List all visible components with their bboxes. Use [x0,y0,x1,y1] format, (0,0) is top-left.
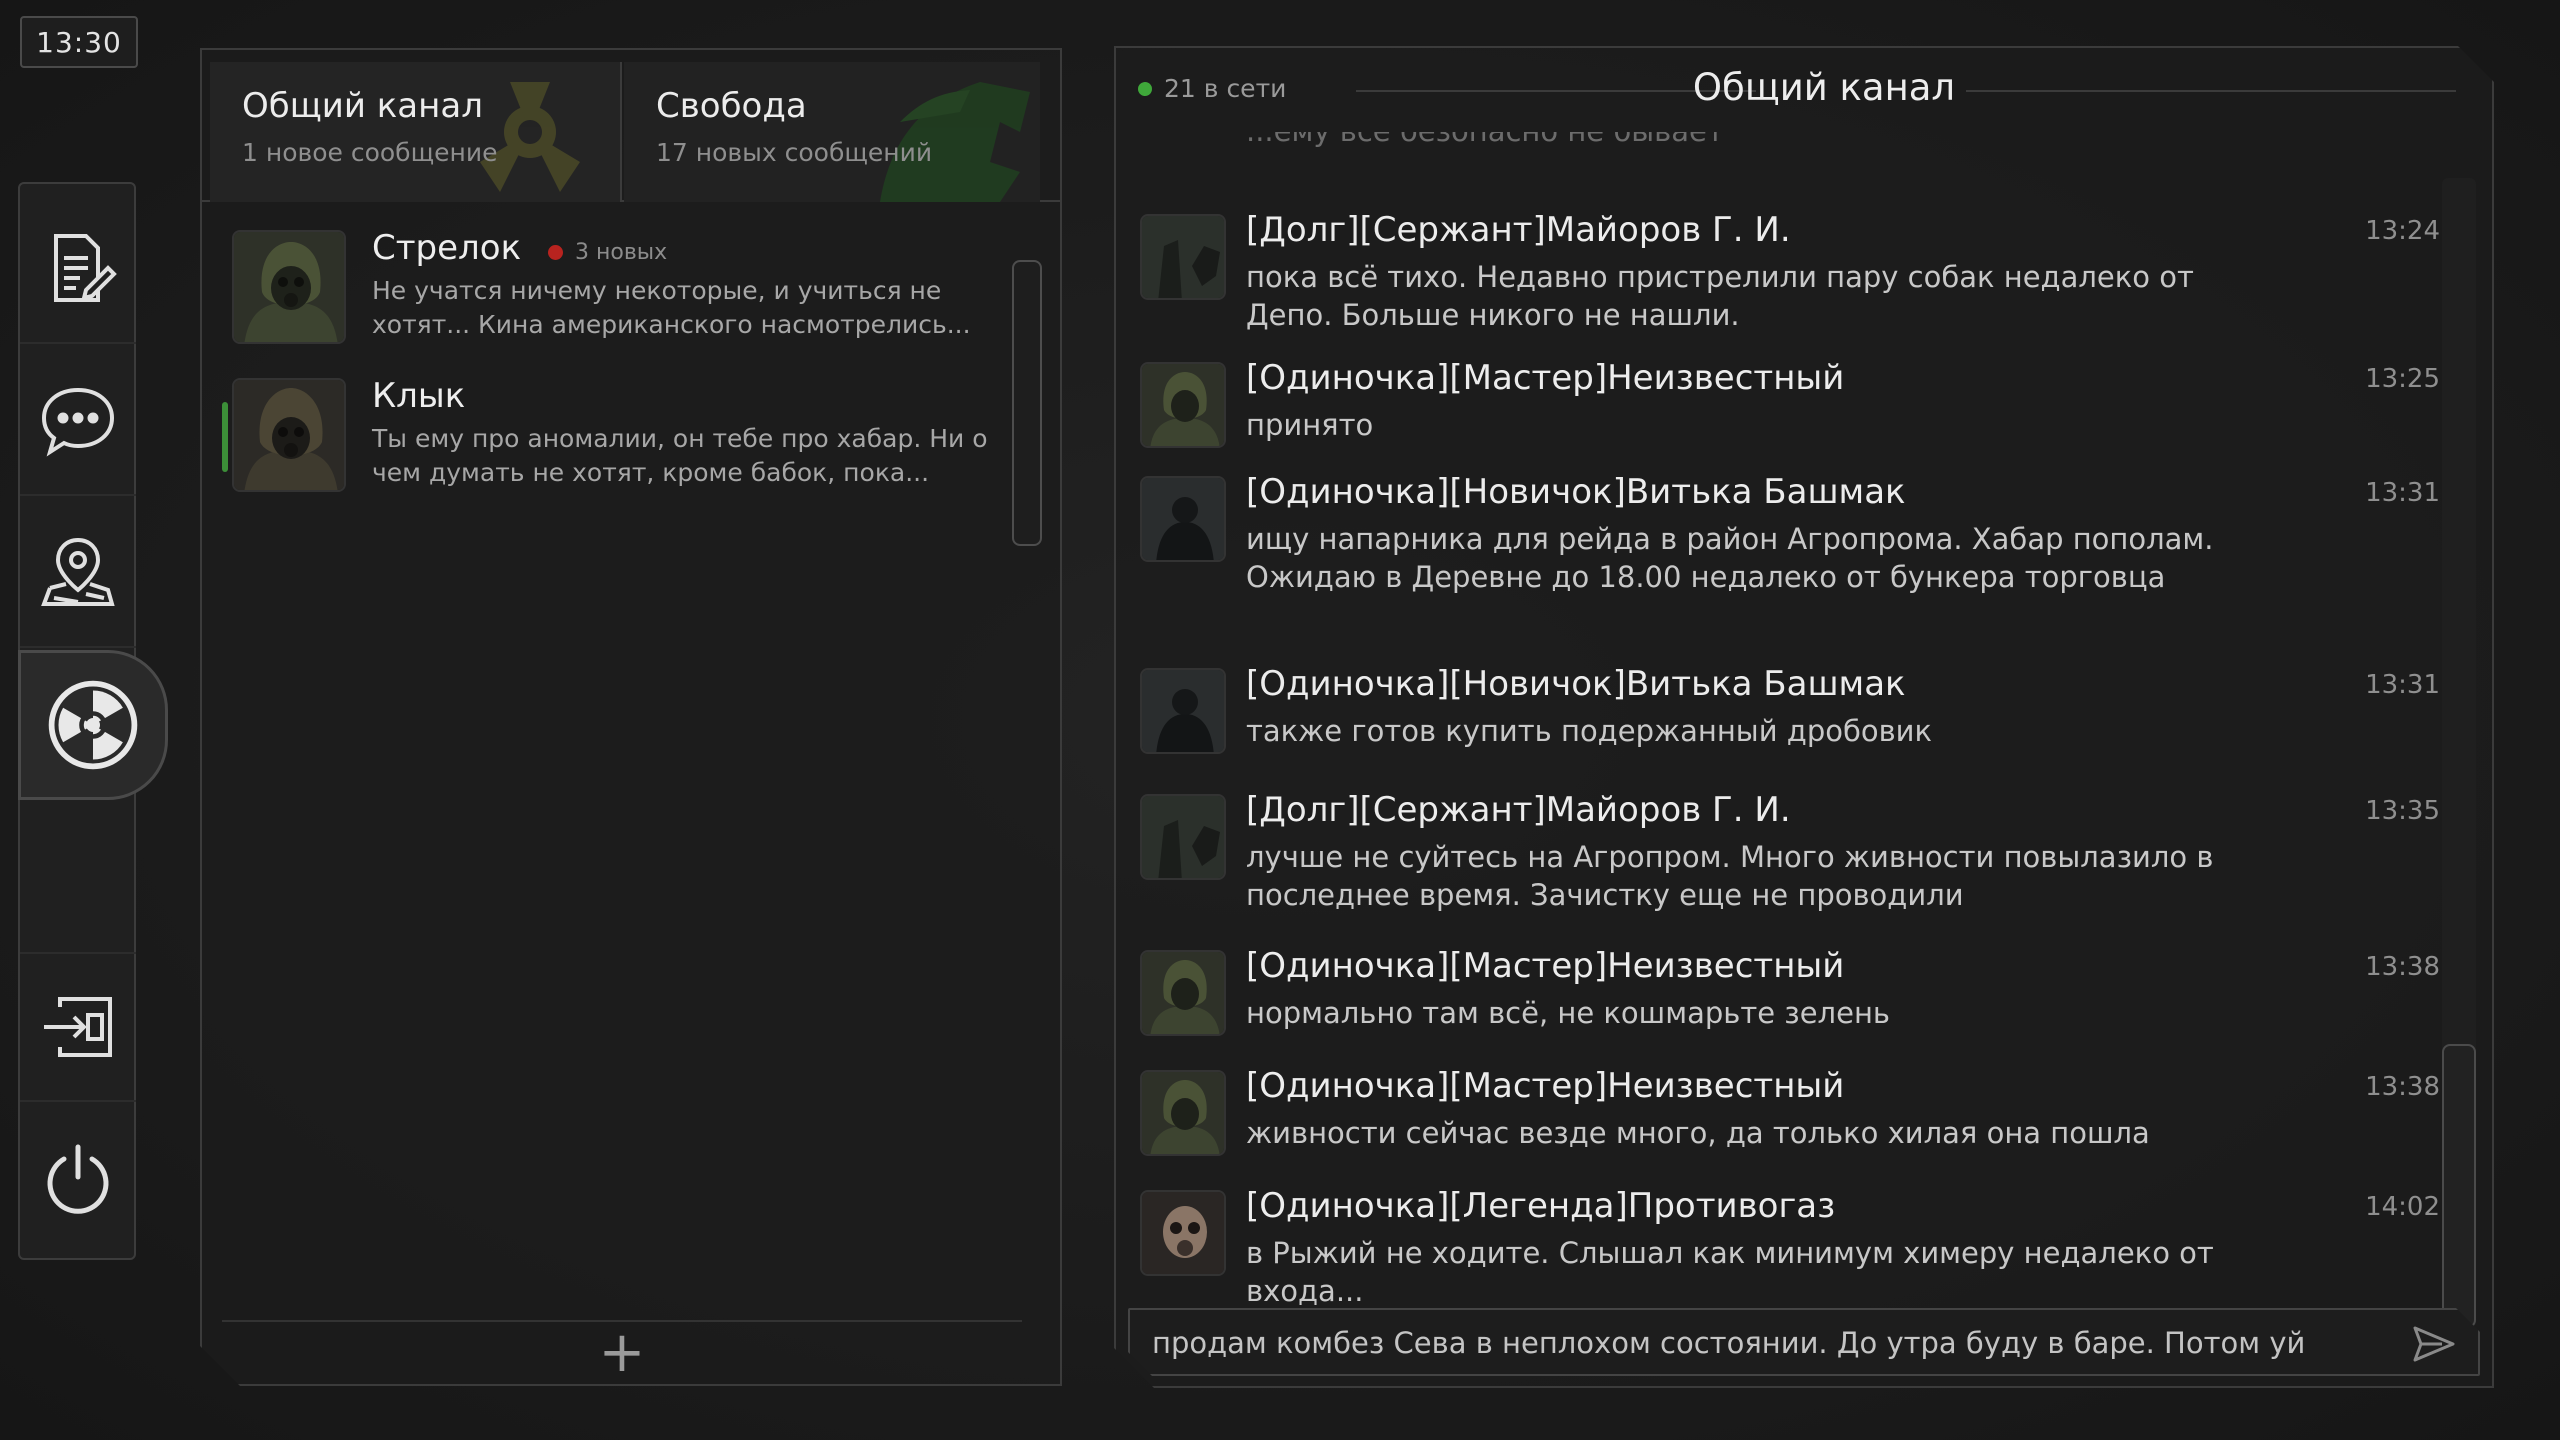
chat-list-panel: Общий канал 1 новое сообщение Свобода 17… [200,48,1062,1386]
avatar [1140,362,1226,448]
avatar [1140,668,1226,754]
add-chat-bar: + [222,1320,1022,1384]
stalker-gasmask-avatar-icon [234,380,346,492]
freedom-emblem-icon [820,62,1040,202]
message-author: [Долг][Сержант]Майоров Г. И. [1246,210,1791,250]
tab-unread-count: 1 новое сообщение [242,138,498,167]
exit-login-icon [44,997,112,1057]
avatar [1140,794,1226,880]
duty-soldier-avatar-icon [1142,216,1226,300]
avatar [1140,1070,1226,1156]
avatar [232,230,346,344]
hooded-figure-avatar-icon [1142,478,1226,562]
stalker-gasmask-avatar-icon [1142,364,1226,448]
chat-contact-name: Стрелок [372,228,522,268]
message-input-bar [1128,1308,2480,1376]
sidebar [18,182,168,1260]
message-text: живности сейчас везде много, да только х… [1246,1116,2150,1150]
message-list-scrollbar[interactable] [2442,178,2476,1328]
tab-name: Свобода [656,86,807,126]
unread-dot [548,245,563,260]
avatar [1140,214,1226,300]
chat-item-klyk[interactable]: Клык Ты ему про аномалии, он тебе про ха… [222,366,1022,506]
message-author: [Одиночка][Мастер]Неизвестный [1246,358,1845,398]
message-time: 13:35 [2365,796,2440,826]
tab-unread-count: 17 новых сообщений [656,138,933,167]
notes-edit-icon [54,234,117,302]
message-text: лучше не суйтесь на Агропром. Много живн… [1246,840,2214,912]
message-author: [Одиночка][Новичок]Витька Башмак [1246,664,1906,704]
message-text: пока всё тихо. Недавно пристрелили пару … [1246,260,2194,332]
message-author: [Одиночка][Новичок]Витька Башмак [1246,472,1906,512]
message-time: 13:24 [2365,216,2440,246]
unread-badge-text: 3 новых [575,240,668,265]
message-author: [Долг][Сержант]Майоров Г. И. [1246,790,1791,830]
power-icon [47,1144,109,1214]
message-input[interactable] [1152,1320,2372,1366]
message-time: 14:02 [2365,1192,2440,1222]
send-icon[interactable] [2412,1324,2456,1364]
conversation-panel: 21 в сети Общий канал ...ему все безопас… [1114,46,2494,1388]
message-text: в Рыжий не ходите. Слышал как минимум хи… [1246,1236,2214,1308]
stalker-gasmask-avatar-icon [234,232,346,344]
chat-last-message: Не учатся ничему некоторые, и учиться не… [372,276,971,339]
message-author: [Одиночка][Легенда]Противогаз [1246,1186,1836,1226]
radiation-icon [48,680,138,770]
online-indicator [222,402,228,472]
unread-badge: 3 новых [548,240,667,265]
radiation-emblem-icon [420,62,620,202]
chat-contact-name: Клык [372,376,466,416]
tab-freedom-channel[interactable]: Свобода 17 новых сообщений [624,62,1040,202]
sidebar-item-chat[interactable] [20,346,136,496]
chat-item-strelok[interactable]: Стрелок 3 новых Не учатся ничему некотор… [222,218,1022,358]
tab-general-channel[interactable]: Общий канал 1 новое сообщение [210,62,622,202]
tab-name: Общий канал [242,86,483,126]
avatar [1140,476,1226,562]
message-text: также готов купить подержанный дробовик [1246,714,1933,748]
message-time: 13:38 [2365,1072,2440,1102]
clock: 13:30 [20,16,138,68]
sidebar-item-radiation[interactable] [18,650,168,800]
message-time: 13:25 [2365,364,2440,394]
duty-soldier-avatar-icon [1142,796,1226,880]
add-chat-button[interactable]: + [599,1325,646,1381]
chat-list-scrollbar[interactable] [1012,210,1042,1420]
sidebar-item-notes[interactable] [20,194,136,344]
message-author: [Одиночка][Мастер]Неизвестный [1246,946,1845,986]
avatar [1140,1190,1226,1276]
conversation-title: Общий канал [1692,66,1956,109]
message-time: 13:31 [2365,478,2440,508]
scrollbar-thumb[interactable] [1012,260,1042,546]
gasmask-avatar-icon [1142,1192,1226,1276]
message-time: 13:31 [2365,670,2440,700]
stalker-gasmask-avatar-icon [1142,952,1226,1036]
message-list: ...ему все безопасно не бывает [Долг][Се… [1116,132,2492,1322]
stalker-gasmask-avatar-icon [1142,1072,1226,1156]
sidebar-item-exit[interactable] [20,952,136,1102]
hooded-figure-avatar-icon [1142,670,1226,754]
sidebar-item-power[interactable] [20,1104,136,1254]
avatar [232,378,346,492]
conversation-header: 21 в сети Общий канал [1116,48,2492,132]
map-pin-icon [41,537,115,606]
channel-tabs: Общий канал 1 новое сообщение Свобода 17… [202,50,1060,202]
avatar [1140,950,1226,1036]
chat-bubble-icon [41,387,115,457]
chat-last-message: Ты ему про аномалии, он тебе про хабар. … [372,424,988,487]
message-time: 13:38 [2365,952,2440,982]
sidebar-item-map[interactable] [20,498,136,648]
scrollbar-thumb[interactable] [2442,1044,2476,1328]
message-text: нормально там всё, не кошмарьте зелень [1246,996,1890,1030]
message-text: принято [1246,408,1374,442]
partially-scrolled-message: ...ему все безопасно не бывает [1246,132,1724,148]
message-text: ищу напарника для рейда в район Агропром… [1246,522,2214,594]
message-author: [Одиночка][Мастер]Неизвестный [1246,1066,1845,1106]
